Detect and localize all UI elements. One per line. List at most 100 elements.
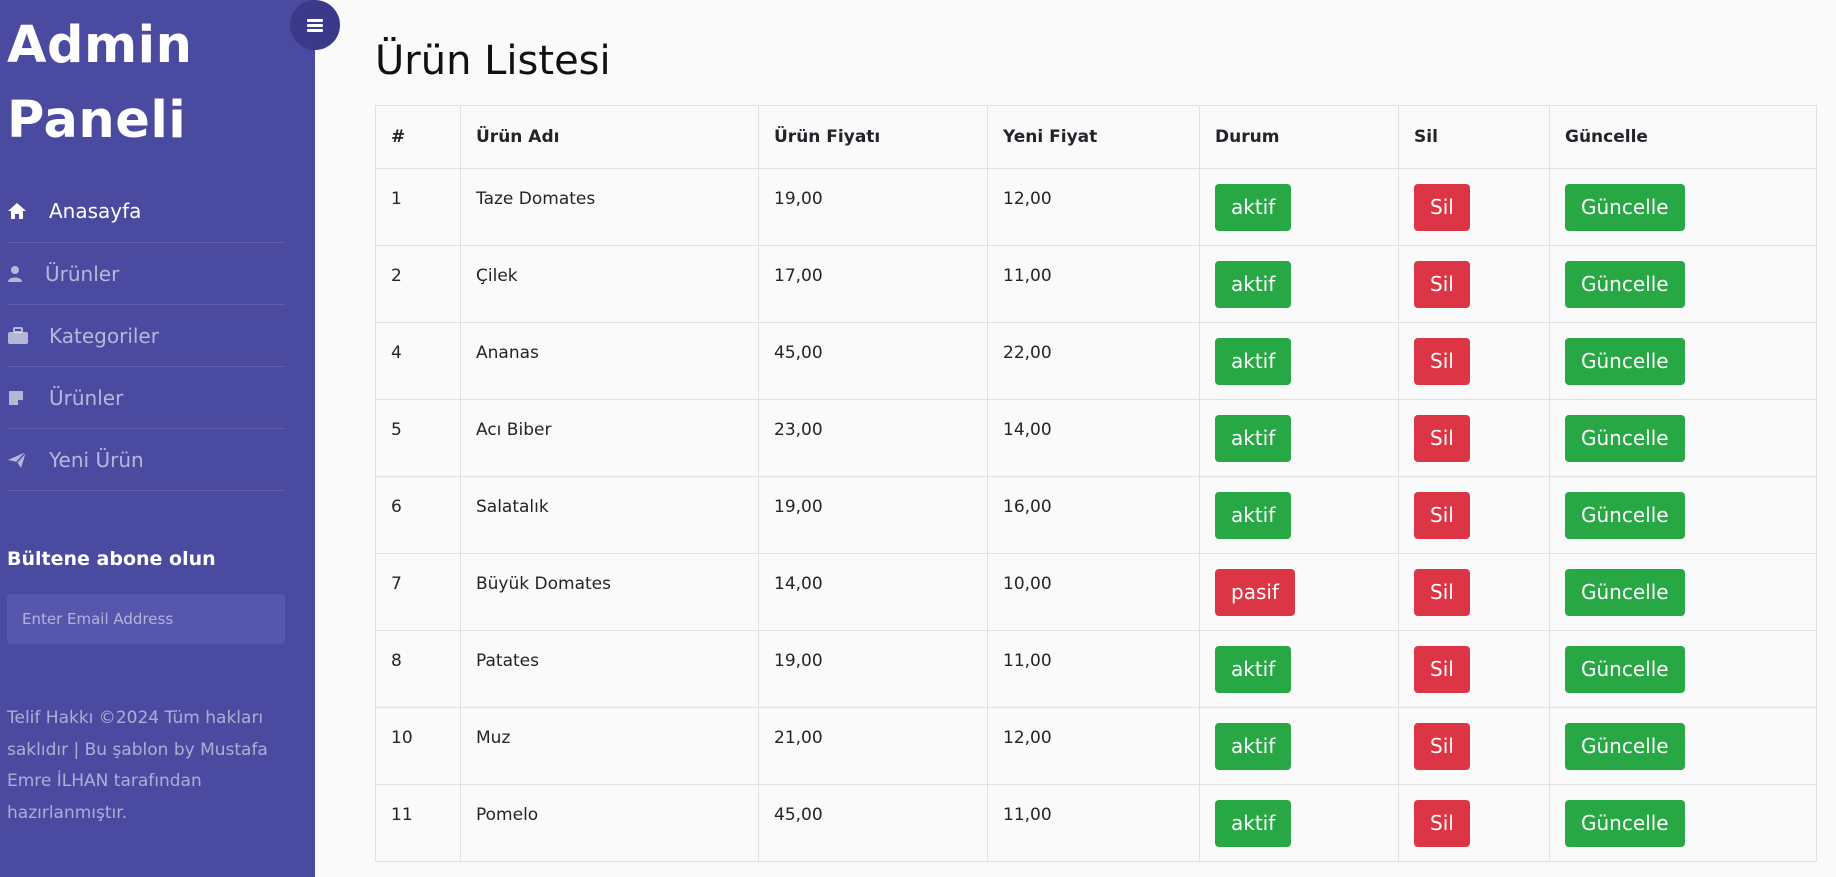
sidebar-item-label: Ürünler — [49, 385, 124, 410]
cell-id: 2 — [375, 245, 461, 323]
cell-new-price: 22,00 — [987, 322, 1200, 400]
cell-price: 19,00 — [758, 476, 988, 554]
cell-price: 17,00 — [758, 245, 988, 323]
copyright-text: Telif Hakkı ©2024 Tüm hakları saklıdır |… — [7, 708, 268, 823]
cell-price: 45,00 — [758, 322, 988, 400]
update-button[interactable]: Güncelle — [1565, 569, 1685, 616]
sidebar-item-anasayfa[interactable]: Anasayfa — [7, 180, 285, 243]
cell-id: 11 — [375, 784, 461, 862]
sidebar-item-label: Kategoriler — [49, 323, 159, 348]
cell-new-price: 16,00 — [987, 476, 1200, 554]
status-button[interactable]: aktif — [1215, 261, 1292, 308]
cell-status: aktif — [1199, 399, 1399, 477]
cell-new-price: 14,00 — [987, 399, 1200, 477]
sidebar-toggle-button[interactable] — [290, 0, 340, 50]
status-button[interactable]: aktif — [1215, 184, 1292, 231]
table-row: 4 Ananas 45,00 22,00 aktif Sil Güncelle — [375, 322, 1817, 400]
cell-delete: Sil — [1398, 322, 1550, 400]
cell-new-price: 11,00 — [987, 784, 1200, 862]
sidebar-item-yeni-urun[interactable]: Yeni Ürün — [7, 429, 285, 491]
cell-price: 14,00 — [758, 553, 988, 631]
update-button[interactable]: Güncelle — [1565, 800, 1685, 847]
sidebar-item-urunler-2[interactable]: Ürünler — [7, 367, 285, 429]
column-header-price: Ürün Fiyatı — [758, 105, 988, 169]
sidebar-item-label: Ürünler — [45, 261, 120, 286]
update-button[interactable]: Güncelle — [1565, 646, 1685, 693]
table-row: 10 Muz 21,00 12,00 aktif Sil Güncelle — [375, 707, 1817, 785]
cell-delete: Sil — [1398, 399, 1550, 477]
delete-button[interactable]: Sil — [1414, 261, 1470, 308]
cell-delete: Sil — [1398, 168, 1550, 246]
update-button[interactable]: Güncelle — [1565, 184, 1685, 231]
cell-name: Acı Biber — [460, 399, 759, 477]
cell-delete: Sil — [1398, 707, 1550, 785]
cell-delete: Sil — [1398, 245, 1550, 323]
column-header-name: Ürün Adı — [460, 105, 759, 169]
cell-update: Güncelle — [1549, 476, 1817, 554]
status-button[interactable]: aktif — [1215, 723, 1292, 770]
status-button[interactable]: aktif — [1215, 646, 1292, 693]
update-button[interactable]: Güncelle — [1565, 338, 1685, 385]
sidebar-item-urunler[interactable]: Ürünler — [7, 243, 285, 305]
cell-status: aktif — [1199, 322, 1399, 400]
cell-name: Salatalık — [460, 476, 759, 554]
column-header-new-price: Yeni Fiyat — [987, 105, 1200, 169]
delete-button[interactable]: Sil — [1414, 800, 1470, 847]
sidebar-menu: Anasayfa Ürünler Kategoriler Ürünler Yen… — [7, 180, 285, 491]
sidebar-item-kategoriler[interactable]: Kategoriler — [7, 305, 285, 367]
cell-update: Güncelle — [1549, 168, 1817, 246]
status-button[interactable]: pasif — [1215, 569, 1295, 616]
cell-new-price: 10,00 — [987, 553, 1200, 631]
cell-update: Güncelle — [1549, 630, 1817, 708]
sidebar-item-label: Anasayfa — [49, 199, 142, 223]
cell-price: 45,00 — [758, 784, 988, 862]
note-icon — [7, 389, 29, 407]
table-row: 6 Salatalık 19,00 16,00 aktif Sil Güncelle — [375, 476, 1817, 554]
update-button[interactable]: Güncelle — [1565, 492, 1685, 539]
cell-new-price: 12,00 — [987, 707, 1200, 785]
cell-status: pasif — [1199, 553, 1399, 631]
brand-title[interactable]: Admin Paneli — [7, 8, 192, 158]
cell-name: Patates — [460, 630, 759, 708]
table-row: 5 Acı Biber 23,00 14,00 aktif Sil Güncelle — [375, 399, 1817, 477]
hamburger-icon — [307, 18, 323, 32]
status-button[interactable]: aktif — [1215, 415, 1292, 462]
delete-button[interactable]: Sil — [1414, 646, 1470, 693]
cell-status: aktif — [1199, 784, 1399, 862]
delete-button[interactable]: Sil — [1414, 569, 1470, 616]
delete-button[interactable]: Sil — [1414, 492, 1470, 539]
status-button[interactable]: aktif — [1215, 338, 1292, 385]
cell-id: 4 — [375, 322, 461, 400]
cell-price: 21,00 — [758, 707, 988, 785]
cell-update: Güncelle — [1549, 707, 1817, 785]
cell-status: aktif — [1199, 168, 1399, 246]
delete-button[interactable]: Sil — [1414, 184, 1470, 231]
sidebar-item-label: Yeni Ürün — [49, 447, 144, 472]
cell-status: aktif — [1199, 707, 1399, 785]
briefcase-icon — [7, 326, 29, 345]
delete-button[interactable]: Sil — [1414, 723, 1470, 770]
update-button[interactable]: Güncelle — [1565, 261, 1685, 308]
user-icon — [7, 265, 29, 283]
delete-button[interactable]: Sil — [1414, 415, 1470, 462]
table-row: 8 Patates 19,00 11,00 aktif Sil Güncelle — [375, 630, 1817, 708]
update-button[interactable]: Güncelle — [1565, 415, 1685, 462]
table-header-row: # Ürün Adı Ürün Fiyatı Yeni Fiyat Durum … — [375, 105, 1817, 169]
cell-new-price: 11,00 — [987, 245, 1200, 323]
newsletter-email-input[interactable] — [7, 594, 285, 644]
cell-delete: Sil — [1398, 784, 1550, 862]
status-button[interactable]: aktif — [1215, 492, 1292, 539]
cell-name: Pomelo — [460, 784, 759, 862]
status-button[interactable]: aktif — [1215, 800, 1292, 847]
cell-name: Çilek — [460, 245, 759, 323]
table-row: 2 Çilek 17,00 11,00 aktif Sil Güncelle — [375, 245, 1817, 323]
column-header-update: Güncelle — [1549, 105, 1817, 169]
table-row: 11 Pomelo 45,00 11,00 aktif Sil Güncelle — [375, 784, 1817, 862]
sidebar: Admin Paneli Anasayfa Ürünler Kategorile… — [0, 0, 315, 877]
cell-name: Muz — [460, 707, 759, 785]
update-button[interactable]: Güncelle — [1565, 723, 1685, 770]
cell-id: 5 — [375, 399, 461, 477]
cell-id: 1 — [375, 168, 461, 246]
delete-button[interactable]: Sil — [1414, 338, 1470, 385]
cell-update: Güncelle — [1549, 245, 1817, 323]
